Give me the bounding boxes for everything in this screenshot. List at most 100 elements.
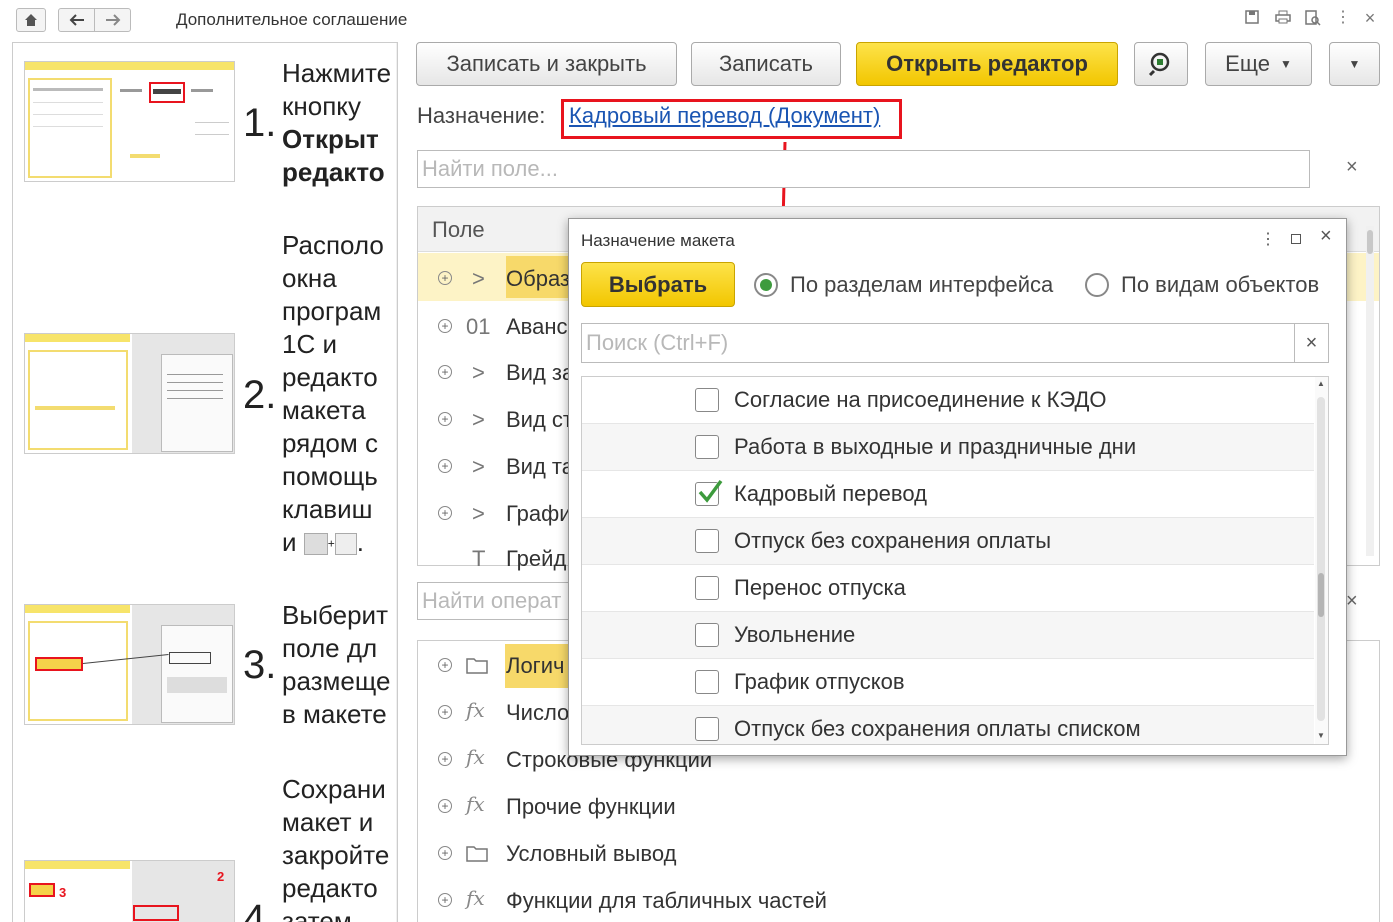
more-button[interactable]: Еще ▼ [1205,42,1312,86]
list-item-label: Отпуск без сохранения оплаты списком [734,716,1141,741]
expand-icon[interactable]: + [438,319,452,333]
open-editor-button[interactable]: Открыть редактор [856,42,1118,86]
expand-icon[interactable]: + [438,893,452,907]
dialog-maximize-icon[interactable] [1291,234,1301,244]
dialog-search-input[interactable]: Поиск (Ctrl+F) [581,323,1295,363]
extra-menu-button[interactable]: ▼ [1329,42,1380,86]
step3-number: 3. [243,643,277,687]
checkmark-icon [698,479,723,503]
operator-row[interactable]: Число [506,700,569,726]
list-item[interactable]: Отпуск без сохранения оплаты списком [582,706,1314,744]
expand-icon[interactable]: + [438,459,452,473]
field-search-input[interactable]: Найти поле... [417,150,1310,188]
dialog-list-scroll-position[interactable] [1318,573,1324,617]
expand-icon[interactable]: + [438,271,452,285]
more-vert-icon[interactable]: ⋮ [1335,10,1351,26]
fx-icon: fx [466,745,485,769]
list-item[interactable]: Отпуск без сохранения оплаты [582,518,1314,565]
field-row-prefix: > [472,454,485,479]
clear-operator-search-icon[interactable]: × [1346,590,1358,613]
back-button[interactable] [58,8,95,32]
search-settings-button[interactable] [1134,42,1188,86]
expand-icon[interactable]: + [438,506,452,520]
print-icon[interactable] [1275,10,1291,26]
checkbox[interactable] [695,717,719,741]
checkbox[interactable] [695,388,719,412]
field-row[interactable]: Вид ст [506,407,573,433]
dialog-close-icon[interactable]: × [1320,225,1332,248]
step2-number: 2. [243,373,277,417]
folder-icon [466,846,488,862]
close-icon[interactable]: × [1362,9,1378,27]
operator-row[interactable]: Условный вывод [506,841,676,867]
fields-table-scrollbar[interactable] [1366,226,1374,556]
operator-search-input[interactable]: Найти операт [417,582,577,620]
dialog-list-scroll-thumb[interactable] [1317,397,1325,721]
list-item[interactable]: График отпусков [582,659,1314,706]
dialog-search-clear-button[interactable]: × [1294,323,1329,363]
operator-row[interactable]: Функции для табличных частей [506,888,827,914]
list-item-label: Кадровый перевод [734,481,927,506]
expand-icon[interactable]: + [438,846,452,860]
operator-row[interactable]: Логич [506,653,564,679]
folder-icon [466,658,488,674]
list-item[interactable]: Перенос отпуска [582,565,1314,612]
dialog-more-icon[interactable]: ⋮ [1260,229,1276,249]
step1-thumbnail [24,61,235,182]
dialog-title: Назначение макета [581,231,735,250]
checkbox[interactable] [695,529,719,553]
instructions-panel: 1. Нажмите кнопку Открыт редакто 2. Расп… [12,42,398,922]
step4-number: 4. [243,897,277,922]
field-row-prefix: > [472,360,485,385]
scroll-up-icon[interactable]: ▲ [1317,379,1325,388]
select-button[interactable]: Выбрать [581,262,735,307]
field-row[interactable]: Образ [506,266,570,292]
assignment-link[interactable]: Кадровый перевод (Документ) [569,103,880,129]
scroll-down-icon[interactable]: ▼ [1317,731,1325,740]
save-and-close-button[interactable]: Записать и закрыть [416,42,677,86]
step2-text: Располо окна програм 1С и редакто макета… [282,230,384,557]
expand-icon[interactable]: + [438,705,452,719]
radio-by-objects[interactable] [1085,273,1109,297]
field-row[interactable]: Грейд [506,546,566,572]
list-item-label: Отпуск без сохранения оплаты [734,528,1052,553]
fields-table-scroll-thumb[interactable] [1367,230,1373,254]
list-item-label: График отпусков [734,669,905,694]
list-item[interactable]: Согласие на присоединение к КЭДО [582,377,1314,424]
list-item[interactable]: Работа в выходные и праздничные дни [582,424,1314,471]
step4-thumbnail: 3 2 1 [24,860,235,922]
step4-badge-3: 3 [59,885,67,900]
save-button[interactable]: Записать [691,42,841,86]
list-item-label: Работа в выходные и праздничные дни [734,434,1137,459]
radio-by-sections[interactable] [754,273,778,297]
checkbox[interactable] [695,576,719,600]
home-button[interactable] [16,8,46,32]
list-item[interactable]: Увольнение [582,612,1314,659]
fx-icon: fx [466,792,485,816]
forward-button[interactable] [94,8,131,32]
list-item[interactable]: Кадровый перевод [582,471,1314,518]
expand-icon[interactable]: + [438,752,452,766]
checkbox[interactable] [695,623,719,647]
chevron-down-icon: ▼ [1279,57,1292,71]
clear-field-search-icon[interactable]: × [1346,156,1358,179]
instructions-scrollbar[interactable] [396,43,397,922]
step4-text: Сохрани макет и закройте редакто затем [282,774,390,922]
operator-row[interactable]: Прочие функции [506,794,676,820]
expand-icon[interactable]: + [438,365,452,379]
field-row-prefix: T [472,546,486,571]
field-row[interactable]: Вид за [506,360,574,386]
expand-icon[interactable]: + [438,412,452,426]
field-row[interactable]: Вид та [506,454,574,480]
checkbox[interactable] [695,435,719,459]
expand-icon[interactable]: + [438,799,452,813]
field-row-prefix: > [472,501,485,526]
field-row[interactable]: Графи [506,501,572,527]
step3-text: Выберит поле дл размеще в макете [282,600,391,729]
expand-icon[interactable]: + [438,658,452,672]
preview-icon[interactable] [1305,10,1321,26]
save-icon[interactable] [1244,10,1260,26]
checkbox-checked[interactable] [695,479,723,506]
field-row[interactable]: Аванс [506,314,568,340]
checkbox[interactable] [695,670,719,694]
